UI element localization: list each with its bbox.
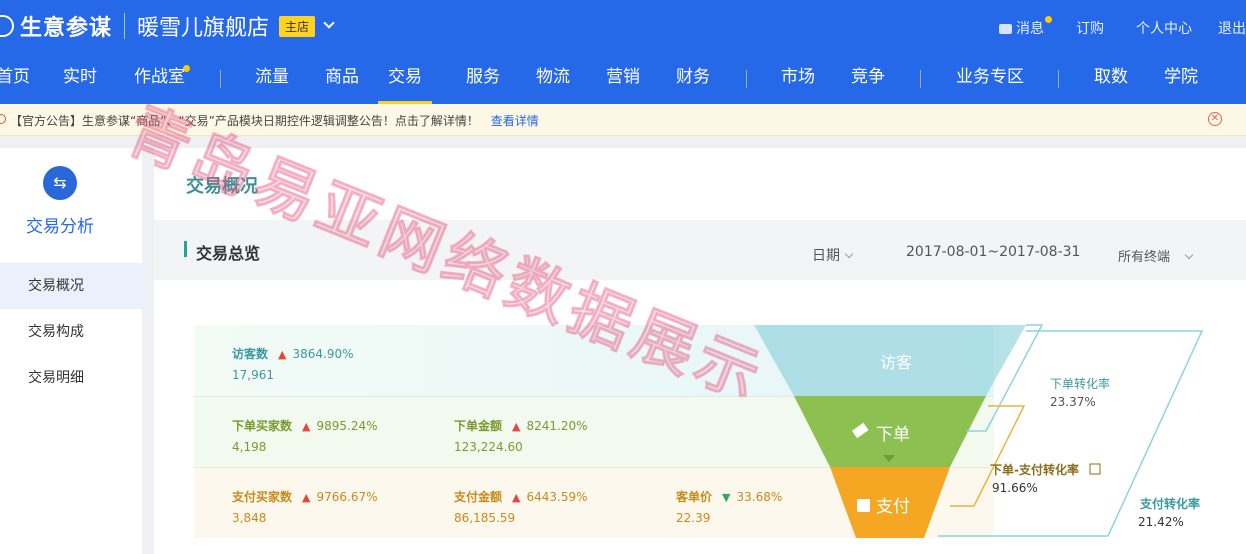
rate-order-pay-value: 91.66% [992,481,1038,495]
nav-war-room[interactable]: 作战室 [134,55,190,104]
nav-service[interactable]: 服务 [466,55,500,104]
announcement-link[interactable]: 查看详情 [491,114,539,128]
metric-visitors[interactable]: 访客数 ▲ 3864.90% 17,961 [232,345,354,382]
terminal-selector[interactable]: 所有终端 [1118,246,1194,265]
nav-home[interactable]: 首页 [0,55,30,104]
nav-products[interactable]: 商品 [325,55,359,104]
date-selector[interactable]: 日期 [812,245,854,265]
nav-finance[interactable]: 财务 [676,55,710,104]
messages-link[interactable]: 消息 [999,16,1052,38]
exchange-icon: ⇆ [43,166,77,200]
subscribe-link[interactable]: 订购 [1076,18,1104,38]
nav-marketing[interactable]: 营销 [606,55,640,104]
metric-order-buyers[interactable]: 下单买家数 ▲ 9895.24% 4,198 [232,417,378,454]
nav-divider [746,70,747,88]
chevron-down-icon [844,249,854,259]
nav-badge-dot [183,65,190,72]
message-icon [999,24,1012,34]
order-row: 下单买家数 ▲ 9895.24% 4,198 下单金额 ▲ 8241.20% 123,2… [194,396,994,467]
sidebar-item-composition[interactable]: 交易构成 [0,309,142,355]
nav-divider [220,70,221,88]
rate-order-value: 23.37% [1050,395,1096,409]
rate-pay-label: 支付转化率 [1139,496,1200,511]
date-range: 2017-08-01~2017-08-31 [906,244,1081,260]
nav-realtime[interactable]: 实时 [63,55,97,104]
main-nav: 首页 实时 作战室 流量 商品 交易 服务 物流 营销 财务 市场 竞争 业务专… [0,55,1246,104]
nav-traffic[interactable]: 流量 [255,55,289,104]
nav-academy[interactable]: 学院 [1164,55,1198,104]
nav-trade[interactable]: 交易 [378,55,432,104]
page-title: 交易概况 [186,176,258,197]
top-bar: 生意参谋 暖雪儿旗舰店 主店 消息 订购 个人中心 退出 [0,0,1246,55]
nav-divider [920,70,921,88]
section-header: 交易总览 日期 2017-08-01~2017-08-31 所有终端 [154,220,1246,280]
sidebar-item-overview[interactable]: 交易概况 [0,263,142,309]
rate-order-pay-label: 下单-支付转化率 [990,462,1079,477]
nav-competition[interactable]: 竞争 [851,55,885,104]
section-title: 交易总览 [196,244,261,263]
rate-order-label: 下单转化率 [1050,376,1110,391]
sidebar-item-details[interactable]: 交易明细 [0,355,142,401]
metric-pay-amount[interactable]: 支付金额 ▲ 6443.59% 86,185.59 [454,488,588,525]
nav-market[interactable]: 市场 [781,55,815,104]
sidebar-title: 交易分析 [26,217,94,237]
logout-link[interactable]: 退出 [1218,18,1246,38]
nav-divider [1058,70,1059,88]
brand-name: 生意参谋 [20,16,113,41]
brand-divider [124,13,126,39]
shop-badge: 主店 [279,15,316,37]
section-marker [184,241,187,257]
chevron-down-icon[interactable] [323,17,335,29]
brand-logo-icon [0,15,14,37]
top-links: 消息 订购 个人中心 退出 [999,16,1246,38]
shop-name: 暖雪儿旗舰店 [137,16,270,41]
close-icon[interactable]: ✕ [1208,112,1222,126]
nav-business-zone[interactable]: 业务专区 [956,55,1024,104]
chevron-down-icon [1184,250,1194,260]
unread-dot [1045,16,1052,23]
visitor-row: 访客数 ▲ 3864.90% 17,961 [194,325,994,396]
rate-pay-value: 21.42% [1138,515,1184,529]
announcement-bar: 【官方公告】生意参谋“商品”、“交易”产品模块日期控件逻辑调整公告！点击了解详情… [0,104,1246,136]
nav-data-fetch[interactable]: 取数 [1094,55,1128,104]
metric-order-amount[interactable]: 下单金额 ▲ 8241.20% 123,224.60 [454,417,588,454]
announcement-text: 【官方公告】生意参谋“商品”、“交易”产品模块日期控件逻辑调整公告！点击了解详情… [10,114,479,128]
sidebar: ⇆ 交易分析 交易概况 交易构成 交易明细 [0,148,142,554]
metric-unit-price[interactable]: 客单价 ▼ 33.68% 22.39 [676,488,782,525]
notice-icon [0,114,6,124]
nav-logistics[interactable]: 物流 [536,55,570,104]
profile-link[interactable]: 个人中心 [1136,18,1192,38]
main-content: 交易概况 交易总览 日期 2017-08-01~2017-08-31 所有终端 … [154,148,1246,554]
brand[interactable]: 生意参谋 暖雪儿旗舰店 主店 [0,10,335,42]
help-icon[interactable] [1089,463,1101,475]
payment-row: 支付买家数 ▲ 9766.67% 3,848 支付金额 ▲ 6443.59% 86,18… [194,467,994,538]
metric-pay-buyers[interactable]: 支付买家数 ▲ 9766.67% 3,848 [232,488,378,525]
